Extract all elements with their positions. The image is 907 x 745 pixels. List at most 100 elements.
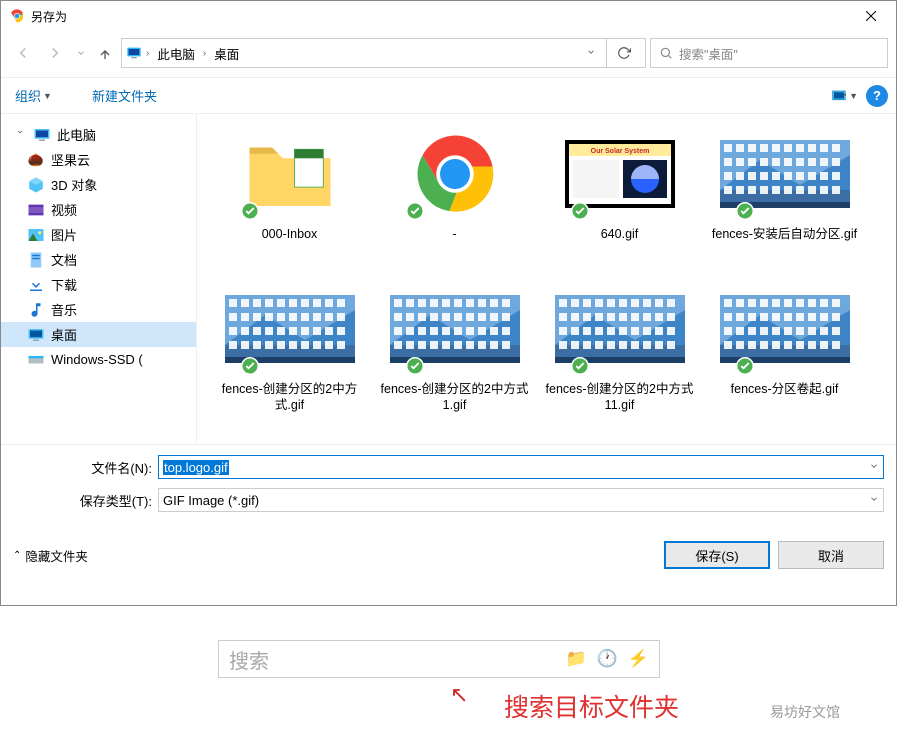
sync-badge-icon [406,357,424,375]
bottom-form: 文件名(N): top.logo.gif 保存类型(T): GIF Image … [1,444,896,527]
thumbnail: Our Solar System [537,124,702,224]
file-item[interactable]: fences-创建分区的2中方式1.gif [372,279,537,434]
monitor-icon [126,45,142,61]
cancel-button[interactable]: 取消 [778,541,884,569]
sync-badge-icon [241,202,259,220]
chevron-right-icon: › [203,48,206,59]
sync-badge-icon [736,357,754,375]
cube-icon [27,176,45,194]
sidebar-item-documents[interactable]: 文档 [1,247,196,272]
filetype-select[interactable]: GIF Image (*.gif) [158,488,884,512]
lightning-icon[interactable]: ⚡ [628,649,649,669]
document-icon [27,251,45,269]
titlebar: 另存为 [1,1,896,31]
file-label: 640.gif [597,224,643,242]
sync-badge-icon [241,357,259,375]
breadcrumb-root[interactable]: 此电脑 [153,44,199,63]
file-pane: 000-Inbox - Our Solar System 640.gif fences-… [196,114,896,444]
file-item[interactable]: Our Solar System 640.gif [537,124,702,279]
address-dropdown[interactable] [580,44,602,62]
drive-icon [27,350,45,368]
hide-folders-toggle[interactable]: ⌃隐藏文件夹 [13,546,88,565]
nut-icon: 🌰 [27,151,45,169]
dialog-title: 另存为 [31,8,67,25]
filename-value: top.logo.gif [163,460,229,475]
file-item[interactable]: 000-Inbox [207,124,372,279]
file-label: fences-创建分区的2中方式11.gif [537,379,702,414]
save-button[interactable]: 保存(S) [664,541,770,569]
sidebar-item-jianguoyun[interactable]: 🌰坚果云 [1,147,196,172]
history-dropdown[interactable] [73,48,89,58]
file-item[interactable]: fences-分区卷起.gif [702,279,867,434]
sync-badge-icon [571,357,589,375]
clock-icon[interactable]: 🕐 [597,649,618,669]
view-menu[interactable]: ▼ [832,85,858,107]
sidebar-item-windows-ssd[interactable]: Windows-SSD ( [1,347,196,371]
file-item[interactable]: fences-安装后自动分区.gif [702,124,867,279]
sync-badge-icon [736,202,754,220]
filetype-label: 保存类型(T): [13,491,158,510]
help-button[interactable]: ? [866,85,888,107]
toolbar: 组织 ▼ 新建文件夹 ▼ ? [1,77,896,114]
new-folder-button[interactable]: 新建文件夹 [86,82,163,109]
thumbnail [207,124,372,224]
watermark: 易坊好文馆 [770,702,840,722]
folder-heart-icon[interactable]: 📁 [565,649,586,669]
file-label: fences-分区卷起.gif [727,379,843,397]
file-item[interactable]: fences-创建分区的2中方式11.gif [537,279,702,434]
refresh-button[interactable] [606,39,641,67]
sidebar-item-pictures[interactable]: 图片 [1,222,196,247]
music-icon [27,301,45,319]
annotation-text: 搜索目标文件夹 [504,688,679,724]
sidebar-item-videos[interactable]: 视频 [1,197,196,222]
file-item[interactable]: fences-创建分区的2中方式.gif [207,279,372,434]
address-bar[interactable]: › 此电脑 › 桌面 [121,38,646,68]
breadcrumb-current[interactable]: 桌面 [210,44,243,63]
chrome-icon [9,8,25,24]
search-box[interactable]: 搜索"桌面" [650,38,888,68]
file-label: fences-创建分区的2中方式1.gif [372,379,537,414]
sidebar-item-this-pc[interactable]: 此电脑 [1,122,196,147]
sidebar-label: 此电脑 [57,125,96,144]
annotation-arrow: ↖ [450,682,468,708]
svg-text:Our Solar System: Our Solar System [590,148,649,155]
filename-input[interactable]: top.logo.gif [158,455,884,479]
thumbnail [372,279,537,379]
file-label: fences-创建分区的2中方式.gif [207,379,372,414]
navbar: › 此电脑 › 桌面 搜索"桌面" [1,35,896,71]
picture-icon [27,226,45,244]
filetype-value: GIF Image (*.gif) [163,493,259,508]
forward-button[interactable] [41,39,69,67]
file-label: fences-安装后自动分区.gif [708,224,861,242]
sidebar-item-3d[interactable]: 3D 对象 [1,172,196,197]
save-as-dialog: 另存为 › 此电脑 › 桌面 搜索"桌面" 组织 ▼ 新建文件夹 ▼ ? [0,0,897,606]
search-placeholder: 搜索"桌面" [679,44,738,63]
sidebar-item-music[interactable]: 音乐 [1,297,196,322]
sidebar-item-desktop[interactable]: 桌面 [1,322,196,347]
file-label: 000-Inbox [258,224,322,242]
thumbnail [702,279,867,379]
file-item[interactable]: - [372,124,537,279]
video-icon [27,201,45,219]
filename-label: 文件名(N): [13,458,158,477]
chevron-down-icon[interactable] [869,458,879,476]
dialog-footer: ⌃隐藏文件夹 保存(S) 取消 [1,527,896,581]
thumbnail [702,124,867,224]
external-search-box[interactable]: 搜索 📁 🕐 ⚡ [218,640,660,678]
sync-badge-icon [406,202,424,220]
body-area: 此电脑 🌰坚果云 3D 对象 视频 图片 文档 下载 音乐 桌面 Windows… [1,114,896,444]
download-icon [27,276,45,294]
organize-menu[interactable]: 组织 ▼ [9,82,58,109]
sync-badge-icon [571,202,589,220]
chevron-right-icon: › [146,48,149,59]
thumbnail [537,279,702,379]
close-button[interactable] [848,1,894,31]
thumbnail [207,279,372,379]
back-button[interactable] [9,39,37,67]
sidebar: 此电脑 🌰坚果云 3D 对象 视频 图片 文档 下载 音乐 桌面 Windows… [1,114,196,444]
thumbnail [372,124,537,224]
chevron-down-icon[interactable] [869,491,879,509]
up-button[interactable] [93,41,117,65]
sidebar-item-downloads[interactable]: 下载 [1,272,196,297]
monitor-icon [33,126,51,144]
